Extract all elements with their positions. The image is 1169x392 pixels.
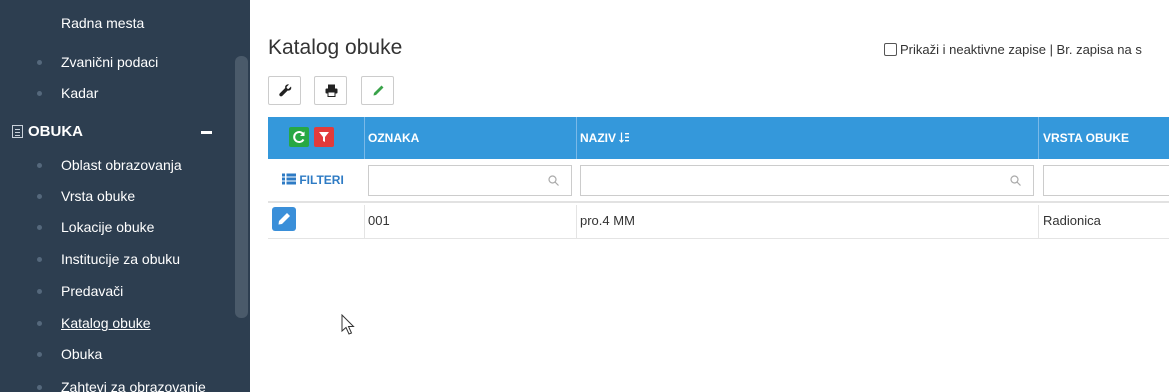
filter-input-naziv[interactable]: [580, 165, 1034, 196]
sidebar: Radna mesta Zvanični podaci Kadar OBUKA …: [0, 0, 250, 392]
sidebar-item-radna-mesta[interactable]: Radna mesta: [0, 15, 234, 38]
list-icon: [12, 125, 23, 138]
sidebar-item-oblast-obrazovanja[interactable]: Oblast obrazovanja: [0, 150, 234, 181]
filter-input-vrsta-obuke[interactable]: [1043, 165, 1169, 196]
sidebar-item-obuka[interactable]: Obuka: [0, 339, 234, 370]
bullet-icon: [37, 257, 42, 262]
pencil-icon: [278, 213, 290, 225]
sidebar-item-label: Obuka: [61, 346, 103, 362]
sidebar-item-label: Vrsta obuke: [61, 188, 136, 204]
cell-naziv: pro.4 MM: [580, 213, 635, 228]
sidebar-item-zahtevi-za-obrazovanje[interactable]: Zahtevi za obrazovanje: [0, 372, 234, 392]
bullet-icon: [37, 163, 42, 168]
bullet-icon: [37, 321, 42, 326]
show-inactive-checkbox[interactable]: [884, 43, 897, 56]
column-divider: [576, 205, 577, 238]
filter-input-oznaka[interactable]: [368, 165, 572, 196]
sort-icon: [619, 132, 630, 143]
clear-filter-button[interactable]: [314, 127, 334, 147]
column-divider: [364, 205, 365, 238]
sidebar-item-label: Radna mesta: [61, 15, 145, 31]
sidebar-item-institucije-za-obuku[interactable]: Institucije za obuku: [0, 244, 234, 275]
sidebar-item-label: Institucije za obuku: [61, 251, 181, 267]
sidebar-item-label: Lokacije obuke: [61, 219, 155, 235]
wrench-icon: [279, 84, 292, 97]
bullet-icon: [37, 385, 42, 390]
sidebar-scrollbar-thumb[interactable]: [235, 56, 248, 318]
grid-header: OZNAKA NAZIV VRSTA OBUKE: [268, 117, 1169, 159]
sidebar-item-label: Zvanični podaci: [61, 54, 159, 70]
bullet-icon: [37, 352, 42, 357]
print-button[interactable]: [314, 76, 347, 105]
edit-row-button[interactable]: [272, 207, 296, 231]
column-header-oznaka[interactable]: OZNAKA: [368, 117, 419, 159]
sidebar-item-label: Predavači: [61, 283, 124, 299]
column-header-naziv[interactable]: NAZIV: [580, 117, 630, 159]
sidebar-item-predavaci[interactable]: Predavači: [0, 276, 234, 307]
sidebar-item-label: Oblast obrazovanja: [61, 157, 182, 173]
cell-vrsta-obuke: Radionica: [1043, 213, 1101, 228]
refresh-icon: [293, 131, 305, 143]
search-icon: [1010, 175, 1021, 186]
filter-icon: [319, 132, 329, 142]
settings-button[interactable]: [268, 76, 301, 105]
column-divider: [576, 117, 577, 159]
bullet-icon: [37, 194, 42, 199]
filter-row: [268, 159, 1169, 203]
page-title: Katalog obuke: [268, 36, 403, 59]
column-header-naziv-label: NAZIV: [580, 131, 616, 145]
table-row[interactable]: 001 pro.4 MM Radionica: [268, 205, 1169, 239]
sidebar-item-label: Kadar: [61, 85, 99, 101]
cell-oznaka: 001: [368, 213, 390, 228]
sidebar-item-label: Zahtevi za obrazovanje: [61, 379, 206, 392]
mouse-cursor-icon: [341, 314, 355, 335]
print-icon: [325, 84, 338, 97]
sidebar-section-label: OBUKA: [28, 123, 83, 140]
column-divider: [364, 117, 365, 159]
edit-button[interactable]: [361, 76, 394, 105]
sidebar-item-lokacije-obuke[interactable]: Lokacije obuke: [0, 212, 234, 243]
bullet-icon: [37, 60, 42, 65]
sidebar-item-zvanicni-podaci[interactable]: Zvanični podaci: [0, 47, 234, 78]
sidebar-item-label: Katalog obuke: [61, 315, 151, 331]
column-header-vrsta-obuke[interactable]: VRSTA OBUKE: [1043, 117, 1129, 159]
bullet-icon: [37, 225, 42, 230]
bullet-icon: [37, 289, 42, 294]
sidebar-item-katalog-obuke[interactable]: Katalog obuke: [0, 308, 234, 339]
filters-label: FILTERI: [299, 173, 344, 187]
show-inactive-option: Prikaži i neaktivne zapise | Br. zapisa …: [884, 42, 1142, 58]
pencil-icon: [373, 85, 384, 96]
sidebar-item-vrsta-obuke[interactable]: Vrsta obuke: [0, 181, 234, 212]
column-divider: [1038, 117, 1039, 159]
filters-toggle[interactable]: FILTERI: [282, 173, 344, 187]
list-icon: [282, 173, 296, 185]
search-icon: [548, 175, 559, 186]
show-inactive-label: Prikaži i neaktivne zapise | Br. zapisa …: [900, 42, 1142, 57]
column-divider: [1038, 205, 1039, 238]
refresh-button[interactable]: [289, 127, 309, 147]
bullet-icon: [37, 91, 42, 96]
collapse-icon[interactable]: [201, 131, 212, 134]
sidebar-section-obuka[interactable]: OBUKA: [0, 115, 234, 149]
sidebar-item-kadar[interactable]: Kadar: [0, 78, 234, 109]
